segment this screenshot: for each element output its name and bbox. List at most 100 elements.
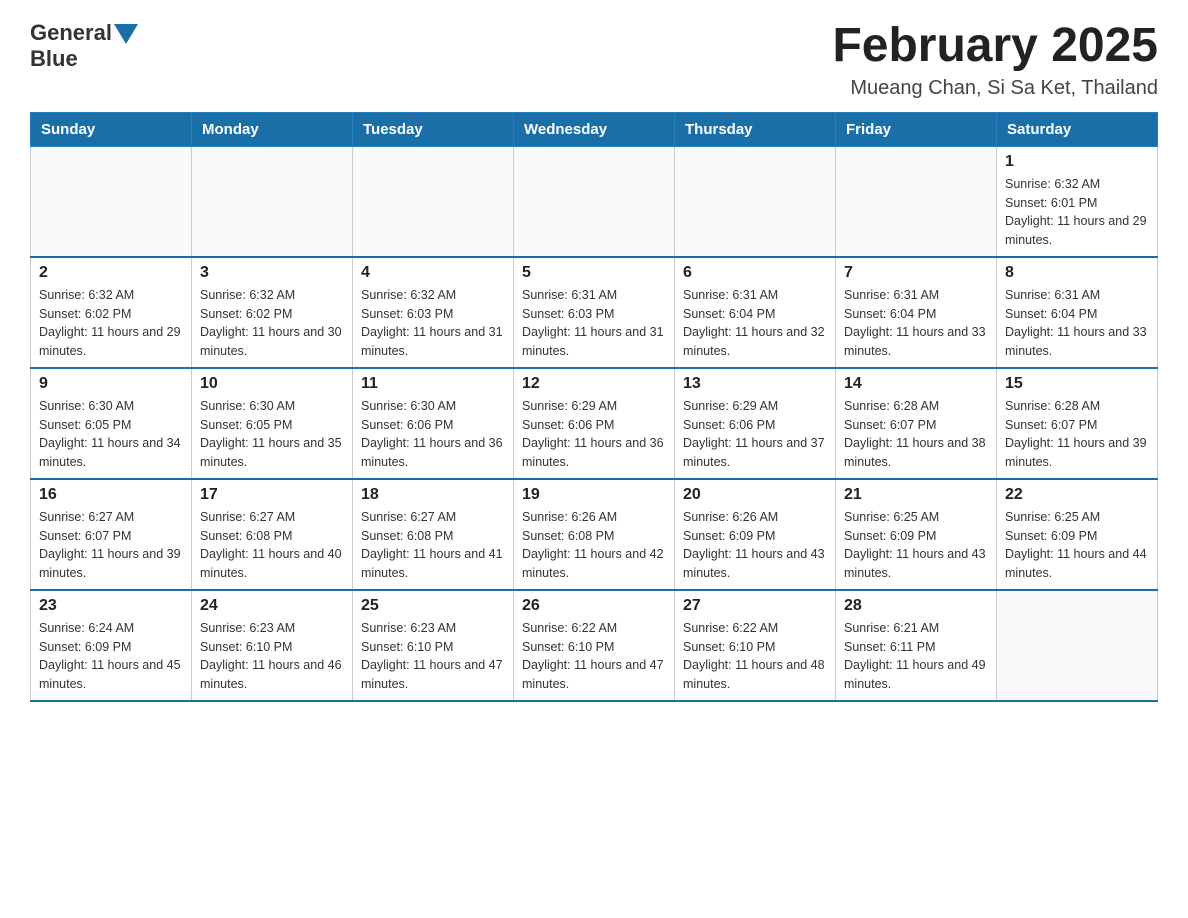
weekday-header-friday: Friday (836, 112, 997, 146)
day-info: Sunrise: 6:31 AM Sunset: 6:04 PM Dayligh… (1005, 286, 1149, 361)
day-info: Sunrise: 6:29 AM Sunset: 6:06 PM Dayligh… (683, 397, 827, 472)
day-number: 25 (361, 597, 505, 615)
calendar-week-row: 16Sunrise: 6:27 AM Sunset: 6:07 PM Dayli… (31, 479, 1158, 590)
calendar-day-cell: 2 Sunrise: 6:32 AM Sunset: 6:02 PM Daylig… (31, 257, 192, 368)
day-info: Sunrise: 6:31 AM Sunset: 6:04 PM Dayligh… (683, 286, 827, 361)
day-number: 21 (844, 486, 988, 504)
weekday-header-thursday: Thursday (675, 112, 836, 146)
calendar-day-cell: 9 Sunrise: 6:30 AM Sunset: 6:05 PM Daylig… (31, 368, 192, 479)
calendar-day-cell: 19 Sunrise: 6:26 AM Sunset: 6:08 PM Dayli… (514, 479, 675, 590)
day-number: 20 (683, 486, 827, 504)
day-number: 13 (683, 375, 827, 393)
calendar-header-row: SundayMondayTuesdayWednesdayThursdayFrid… (31, 112, 1158, 146)
day-number: 22 (1005, 486, 1149, 504)
day-number: 15 (1005, 375, 1149, 393)
calendar-day-cell: 12Sunrise: 6:29 AM Sunset: 6:06 PM Dayli… (514, 368, 675, 479)
day-info: Sunrise: 6:30 AM Sunset: 6:05 PM Dayligh… (39, 397, 183, 472)
calendar-day-cell: 26 Sunrise: 6:22 AM Sunset: 6:10 PM Dayli… (514, 590, 675, 701)
calendar-week-row: 23 Sunrise: 6:24 AM Sunset: 6:09 PM Dayli… (31, 590, 1158, 701)
calendar-day-cell: 4 Sunrise: 6:32 AM Sunset: 6:03 PM Daylig… (353, 257, 514, 368)
day-info: Sunrise: 6:30 AM Sunset: 6:05 PM Dayligh… (200, 397, 344, 472)
calendar-day-cell: 1 Sunrise: 6:32 AM Sunset: 6:01 PM Daylig… (997, 146, 1158, 257)
day-info: Sunrise: 6:32 AM Sunset: 6:01 PM Dayligh… (1005, 175, 1149, 250)
day-number: 23 (39, 597, 183, 615)
weekday-header-saturday: Saturday (997, 112, 1158, 146)
calendar-day-cell: 11 Sunrise: 6:30 AM Sunset: 6:06 PM Dayli… (353, 368, 514, 479)
day-info: Sunrise: 6:31 AM Sunset: 6:04 PM Dayligh… (844, 286, 988, 361)
calendar-day-cell: 25 Sunrise: 6:23 AM Sunset: 6:10 PM Dayli… (353, 590, 514, 701)
page-header: General Blue February 2025 Mueang Chan, … (30, 20, 1158, 100)
day-number: 8 (1005, 264, 1149, 282)
day-number: 12 (522, 375, 666, 393)
day-info: Sunrise: 6:26 AM Sunset: 6:08 PM Dayligh… (522, 508, 666, 583)
calendar-body: 1 Sunrise: 6:32 AM Sunset: 6:01 PM Daylig… (31, 146, 1158, 701)
day-info: Sunrise: 6:30 AM Sunset: 6:06 PM Dayligh… (361, 397, 505, 472)
day-number: 6 (683, 264, 827, 282)
weekday-header-monday: Monday (192, 112, 353, 146)
calendar-day-cell (675, 146, 836, 257)
logo: General Blue (30, 20, 138, 73)
calendar-day-cell: 20 Sunrise: 6:26 AM Sunset: 6:09 PM Dayli… (675, 479, 836, 590)
day-info: Sunrise: 6:32 AM Sunset: 6:03 PM Dayligh… (361, 286, 505, 361)
logo-blue-text: Blue (30, 46, 78, 71)
day-number: 10 (200, 375, 344, 393)
day-number: 26 (522, 597, 666, 615)
day-number: 4 (361, 264, 505, 282)
day-number: 16 (39, 486, 183, 504)
day-info: Sunrise: 6:25 AM Sunset: 6:09 PM Dayligh… (844, 508, 988, 583)
calendar-day-cell: 21 Sunrise: 6:25 AM Sunset: 6:09 PM Dayli… (836, 479, 997, 590)
day-info: Sunrise: 6:28 AM Sunset: 6:07 PM Dayligh… (1005, 397, 1149, 472)
calendar-day-cell: 22 Sunrise: 6:25 AM Sunset: 6:09 PM Dayli… (997, 479, 1158, 590)
weekday-header-tuesday: Tuesday (353, 112, 514, 146)
calendar-day-cell: 15 Sunrise: 6:28 AM Sunset: 6:07 PM Dayli… (997, 368, 1158, 479)
day-number: 17 (200, 486, 344, 504)
day-number: 9 (39, 375, 183, 393)
calendar-week-row: 9 Sunrise: 6:30 AM Sunset: 6:05 PM Daylig… (31, 368, 1158, 479)
day-info: Sunrise: 6:28 AM Sunset: 6:07 PM Dayligh… (844, 397, 988, 472)
title-block: February 2025 Mueang Chan, Si Sa Ket, Th… (832, 20, 1158, 100)
day-info: Sunrise: 6:26 AM Sunset: 6:09 PM Dayligh… (683, 508, 827, 583)
day-info: Sunrise: 6:27 AM Sunset: 6:08 PM Dayligh… (200, 508, 344, 583)
calendar-table: SundayMondayTuesdayWednesdayThursdayFrid… (30, 112, 1158, 702)
calendar-day-cell: 6 Sunrise: 6:31 AM Sunset: 6:04 PM Daylig… (675, 257, 836, 368)
day-info: Sunrise: 6:22 AM Sunset: 6:10 PM Dayligh… (683, 619, 827, 694)
calendar-day-cell (192, 146, 353, 257)
day-info: Sunrise: 6:22 AM Sunset: 6:10 PM Dayligh… (522, 619, 666, 694)
calendar-day-cell: 28Sunrise: 6:21 AM Sunset: 6:11 PM Dayli… (836, 590, 997, 701)
calendar-day-cell: 18 Sunrise: 6:27 AM Sunset: 6:08 PM Dayli… (353, 479, 514, 590)
calendar-day-cell: 3Sunrise: 6:32 AM Sunset: 6:02 PM Daylig… (192, 257, 353, 368)
weekday-header-sunday: Sunday (31, 112, 192, 146)
day-number: 24 (200, 597, 344, 615)
day-info: Sunrise: 6:24 AM Sunset: 6:09 PM Dayligh… (39, 619, 183, 694)
calendar-day-cell (514, 146, 675, 257)
day-info: Sunrise: 6:23 AM Sunset: 6:10 PM Dayligh… (361, 619, 505, 694)
day-number: 28 (844, 597, 988, 615)
day-number: 11 (361, 375, 505, 393)
day-number: 19 (522, 486, 666, 504)
weekday-header-wednesday: Wednesday (514, 112, 675, 146)
calendar-day-cell (997, 590, 1158, 701)
day-info: Sunrise: 6:32 AM Sunset: 6:02 PM Dayligh… (39, 286, 183, 361)
day-info: Sunrise: 6:25 AM Sunset: 6:09 PM Dayligh… (1005, 508, 1149, 583)
calendar-day-cell: 24 Sunrise: 6:23 AM Sunset: 6:10 PM Dayli… (192, 590, 353, 701)
calendar-day-cell: 10 Sunrise: 6:30 AM Sunset: 6:05 PM Dayli… (192, 368, 353, 479)
calendar-day-cell: 8 Sunrise: 6:31 AM Sunset: 6:04 PM Daylig… (997, 257, 1158, 368)
calendar-day-cell: 23 Sunrise: 6:24 AM Sunset: 6:09 PM Dayli… (31, 590, 192, 701)
day-info: Sunrise: 6:31 AM Sunset: 6:03 PM Dayligh… (522, 286, 666, 361)
calendar-day-cell (31, 146, 192, 257)
day-number: 27 (683, 597, 827, 615)
day-number: 2 (39, 264, 183, 282)
day-info: Sunrise: 6:23 AM Sunset: 6:10 PM Dayligh… (200, 619, 344, 694)
day-number: 1 (1005, 153, 1149, 171)
calendar-week-row: 1 Sunrise: 6:32 AM Sunset: 6:01 PM Daylig… (31, 146, 1158, 257)
day-number: 14 (844, 375, 988, 393)
calendar-day-cell: 16Sunrise: 6:27 AM Sunset: 6:07 PM Dayli… (31, 479, 192, 590)
logo-arrow-icon (114, 24, 138, 44)
day-info: Sunrise: 6:27 AM Sunset: 6:08 PM Dayligh… (361, 508, 505, 583)
logo-general-text: General (30, 20, 112, 46)
page-title: February 2025 (832, 20, 1158, 73)
day-number: 18 (361, 486, 505, 504)
calendar-day-cell (353, 146, 514, 257)
day-number: 3 (200, 264, 344, 282)
day-number: 7 (844, 264, 988, 282)
